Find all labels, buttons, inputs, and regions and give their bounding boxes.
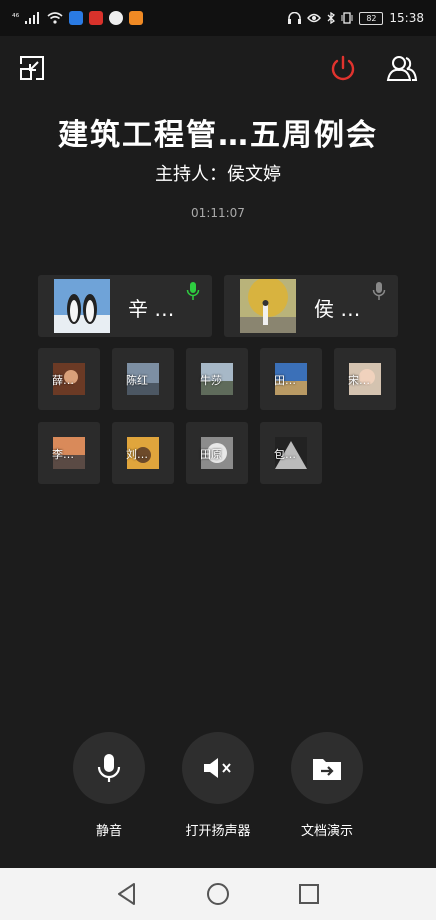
headset-icon [288, 12, 302, 24]
speaker-video [54, 279, 110, 333]
back-icon[interactable] [116, 882, 138, 906]
end-meeting-button[interactable] [328, 54, 360, 86]
participant-name: 牛莎 [200, 374, 222, 387]
compass-app-icon [109, 11, 124, 25]
speaker-name: 辛 … [128, 297, 175, 321]
meeting-host: 主持人：侯文婷 [155, 164, 281, 185]
participant-tile[interactable]: 刘… [112, 422, 174, 484]
video-app-icon [129, 11, 144, 25]
shield-app-icon [69, 11, 84, 25]
exit-fullscreen-button[interactable] [18, 54, 50, 86]
wifi-icon [47, 12, 63, 24]
participant-tile[interactable]: 田… [260, 348, 322, 410]
mic-active-icon [186, 282, 200, 300]
participant-name: 薛… [52, 374, 74, 387]
participant-tile[interactable]: 包… [260, 422, 322, 484]
participant-name: 田… [274, 374, 296, 387]
mic-idle-icon [372, 282, 386, 300]
share-document-button[interactable] [291, 732, 363, 804]
outdoor-video-frame [240, 279, 296, 333]
participant-tile[interactable]: 陈红 [112, 348, 174, 410]
status-right: 82 15:38 [288, 11, 424, 25]
mute-control: 静音 [73, 732, 145, 839]
battery-indicator: 82 [359, 11, 384, 25]
network-type: ⁴⁶ [12, 13, 20, 23]
status-bar: ⁴⁶ 82 15:38 [0, 0, 436, 36]
eye-icon [307, 13, 322, 23]
recorder-app-icon [89, 11, 104, 25]
power-icon [331, 55, 355, 81]
folder-share-icon [313, 759, 341, 780]
mute-button[interactable] [73, 732, 145, 804]
participant-tile[interactable]: 李… [38, 422, 100, 484]
participant-name: 李… [52, 448, 74, 461]
mute-label: 静音 [95, 824, 122, 839]
share-document-label: 文档演示 [300, 824, 353, 839]
speaker-label: 打开扬声器 [185, 824, 251, 839]
meeting-title: 建筑工程管…五周例会 [58, 118, 378, 153]
speaker-tile[interactable]: 辛 … [38, 275, 212, 337]
participant-name: 包… [274, 448, 296, 461]
microphone-icon [97, 754, 121, 782]
speaker-control: 打开扬声器 [182, 732, 254, 839]
participant-name: 刘… [126, 448, 148, 461]
vibrate-icon [341, 12, 353, 24]
speaker-button[interactable] [182, 732, 254, 804]
share-document-control: 文档演示 [291, 732, 363, 839]
recents-icon[interactable] [298, 883, 320, 905]
members-button[interactable] [386, 54, 418, 86]
participant-tile[interactable]: 薛… [38, 348, 100, 410]
meeting-timer: 01:11:07 [191, 206, 245, 220]
members-icon [386, 56, 418, 81]
signal-icon [25, 12, 40, 24]
bluetooth-icon [327, 12, 336, 24]
participant-name: 宋… [348, 374, 370, 387]
status-left: ⁴⁶ [12, 11, 144, 25]
penguins-video-frame [54, 279, 110, 333]
shrink-icon [20, 56, 44, 80]
navigation-bar [0, 868, 436, 920]
participant-tile[interactable]: 宋… [334, 348, 396, 410]
speaker-tile[interactable]: 侯 … [224, 275, 398, 337]
participant-name: 陈红 [126, 374, 148, 387]
participant-name: 田原 [200, 448, 222, 461]
clock: 15:38 [389, 11, 424, 25]
home-icon[interactable] [206, 882, 230, 906]
speaker-video [240, 279, 296, 333]
speaker-muted-icon [204, 758, 231, 778]
participant-tile[interactable]: 牛莎 [186, 348, 248, 410]
participant-tile[interactable]: 田原 [186, 422, 248, 484]
speaker-name: 侯 … [314, 297, 361, 321]
